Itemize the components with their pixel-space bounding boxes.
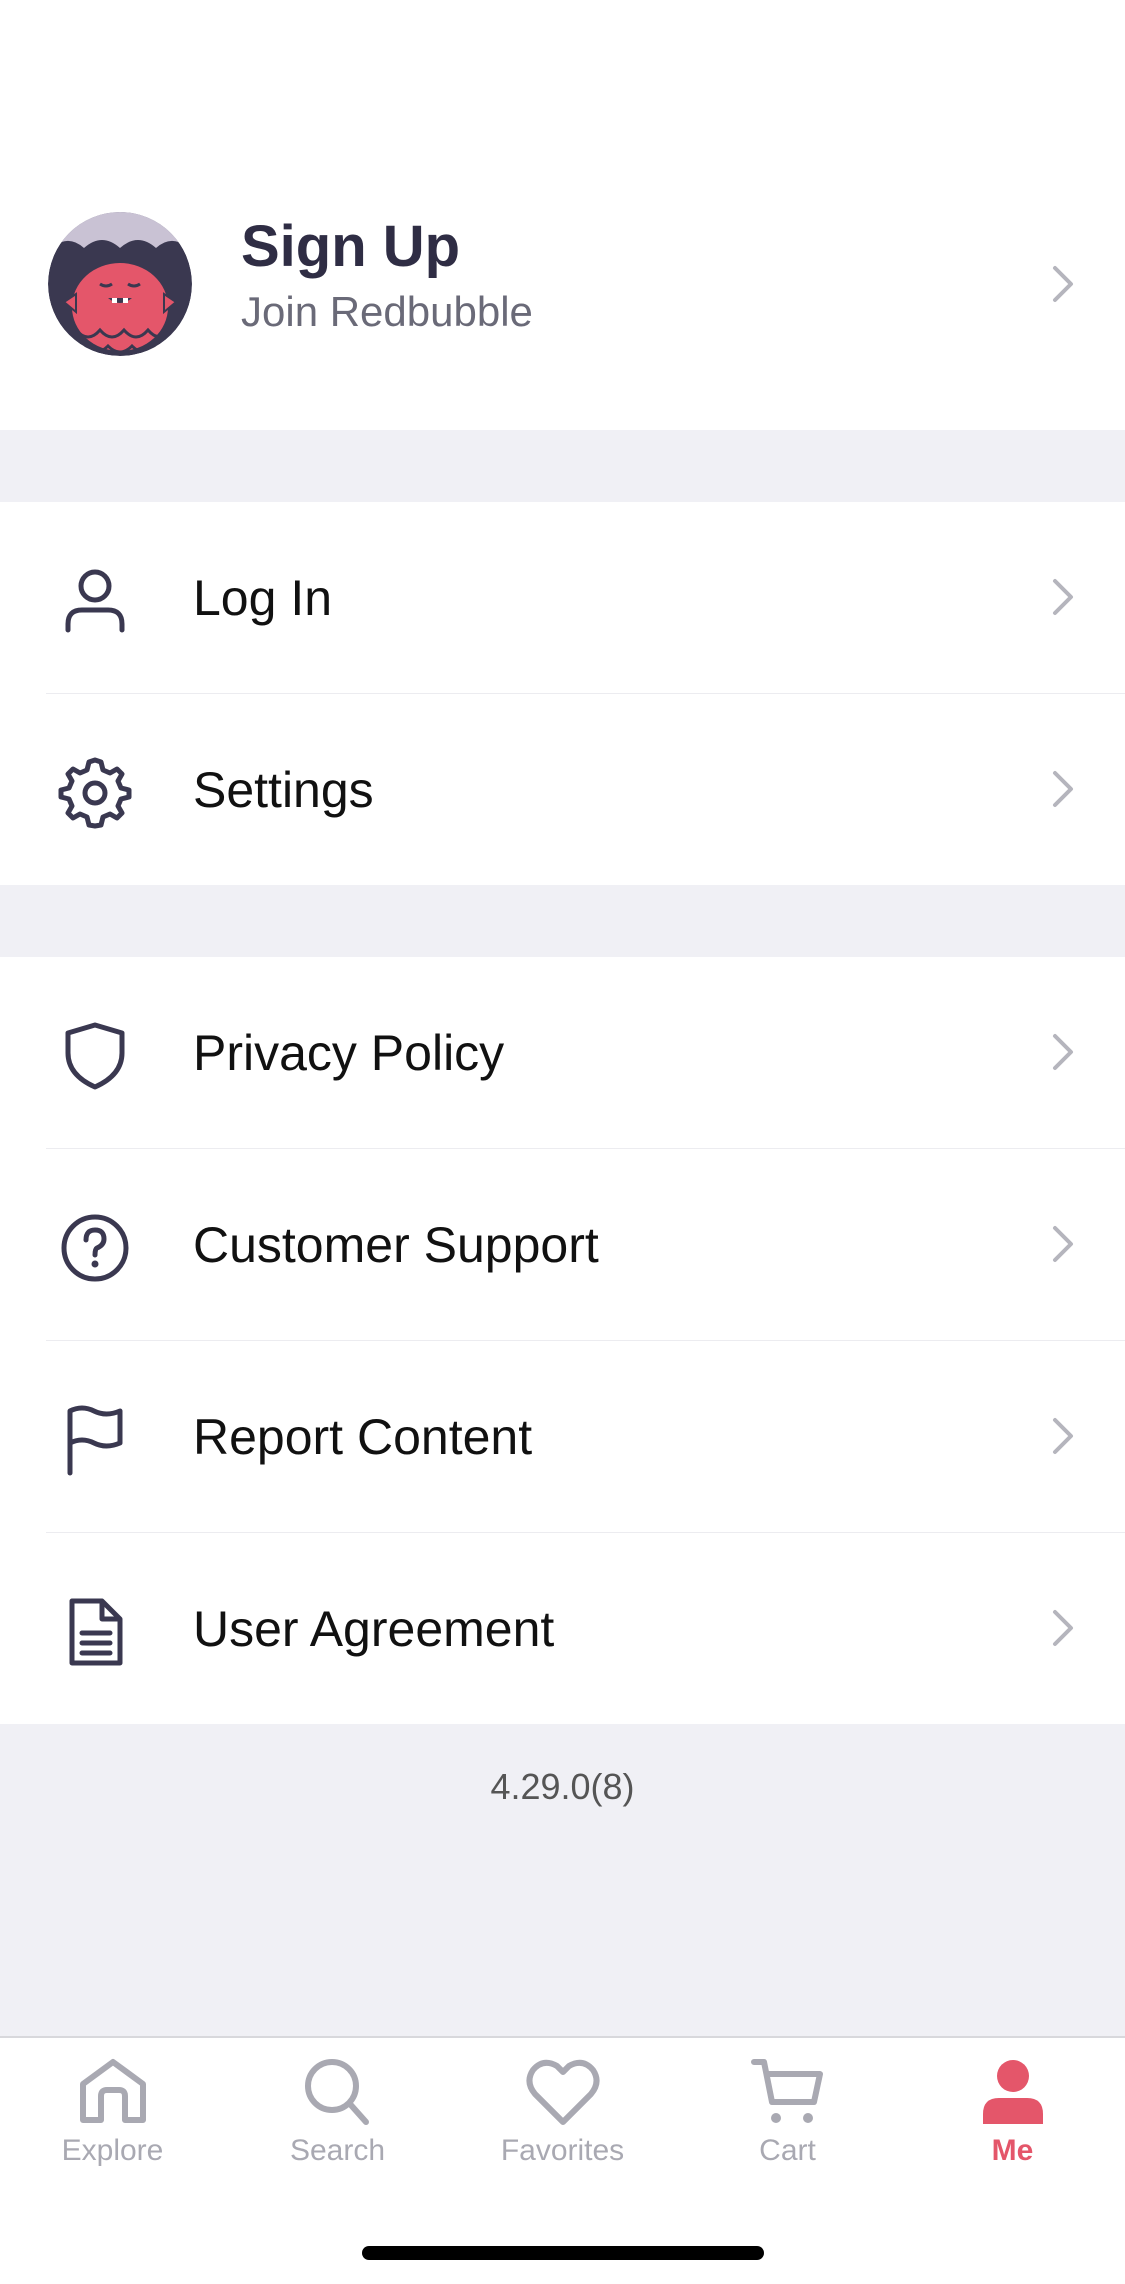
person-icon [65, 569, 125, 633]
tab-label: Favorites [500, 2134, 625, 2167]
search-icon [304, 2059, 369, 2125]
shield-icon [65, 1022, 125, 1090]
menu-item-label: Privacy Policy [193, 1024, 505, 1081]
chevron-right-icon [1053, 1034, 1073, 1070]
document-icon [69, 1598, 123, 1666]
menu-item-label: User Agreement [193, 1600, 555, 1657]
menu-item-settings[interactable]: Settings [0, 694, 1125, 885]
status-bar-area [0, 0, 1125, 190]
tab-favorites[interactable]: Favorites [450, 2056, 675, 2168]
tab-label: Me [991, 2134, 1034, 2167]
chevron-right-icon [1053, 771, 1073, 807]
chevron-right-icon [1053, 1610, 1073, 1646]
tab-label: Search [289, 2134, 386, 2167]
menu-item-customer-support[interactable]: Customer Support [0, 1149, 1125, 1340]
home-icon [79, 2059, 146, 2123]
chevron-right-icon [1053, 579, 1073, 615]
redbubble-mascot-avatar [48, 212, 192, 356]
tab-explore[interactable]: Explore [0, 2056, 225, 2168]
home-indicator [362, 2246, 764, 2260]
menu-item-label: Settings [193, 761, 374, 818]
section-gap [0, 885, 1125, 957]
signup-title: Sign Up [241, 214, 461, 279]
signup-row[interactable]: Sign Up Join Redbubble [0, 190, 1125, 430]
menu-item-label: Report Content [193, 1408, 533, 1465]
tab-label: Explore [61, 2134, 164, 2167]
chevron-right-icon [1053, 1418, 1073, 1454]
chevron-right-icon [1053, 1226, 1073, 1262]
tab-label: Cart [759, 2134, 816, 2167]
menu-item-privacy-policy[interactable]: Privacy Policy [0, 957, 1125, 1148]
question-circle-icon [61, 1214, 129, 1282]
flag-icon [67, 1405, 123, 1476]
menu-item-label: Customer Support [193, 1216, 599, 1273]
app-version: 4.29.0(8) [490, 1766, 635, 1807]
gear-icon [58, 757, 132, 829]
chevron-right-icon [1053, 266, 1073, 302]
cart-icon [750, 2059, 823, 2123]
section-gap [0, 430, 1125, 502]
menu-item-label: Log In [193, 569, 333, 626]
signup-subtitle: Join Redbubble [241, 287, 533, 335]
tab-search[interactable]: Search [225, 2056, 450, 2168]
tab-cart[interactable]: Cart [675, 2056, 900, 2168]
version-footer: 4.29.0(8) [0, 1724, 1125, 2039]
person-icon [982, 2060, 1043, 2124]
menu-item-report-content[interactable]: Report Content [0, 1341, 1125, 1532]
heart-icon [526, 2059, 599, 2125]
menu-item-user-agreement[interactable]: User Agreement [0, 1533, 1125, 1724]
tab-me[interactable]: Me [900, 2056, 1125, 2168]
menu-item-log-in[interactable]: Log In [0, 502, 1125, 693]
